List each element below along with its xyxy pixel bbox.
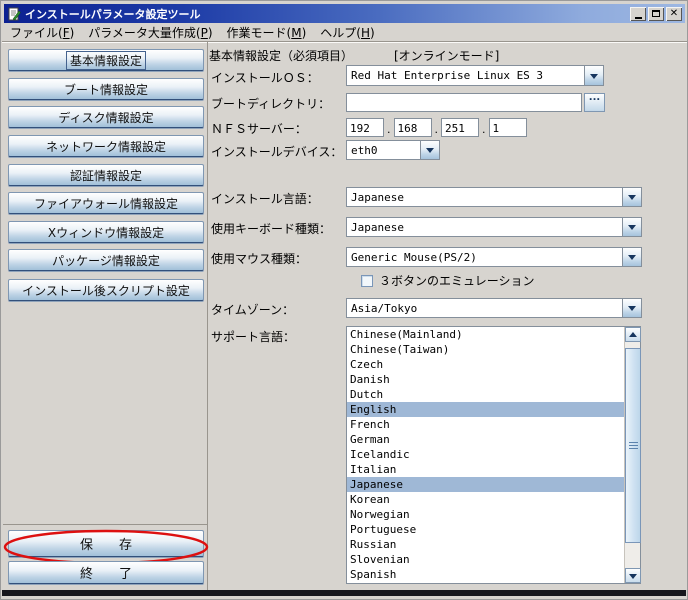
nfs-server-label: ＮＦＳサーバー： — [211, 122, 307, 136]
window-bottom-edge — [2, 590, 686, 596]
panel-divider-horizontal — [3, 524, 208, 525]
list-item[interactable]: Norwegian — [347, 507, 624, 522]
sidebar-item-package-info[interactable]: パッケージ情報設定 — [8, 249, 204, 271]
maximize-icon — [652, 10, 660, 17]
nfs-server-input-group: 192 . 168 . 251 . 1 — [346, 118, 527, 137]
list-item[interactable]: Spanish — [347, 567, 624, 582]
sidebar-item-firewall-info[interactable]: ファイアウォール情報設定 — [8, 192, 204, 214]
list-item[interactable]: Chinese(Mainland) — [347, 327, 624, 342]
mouse-dropdown-button[interactable] — [622, 248, 641, 266]
list-item[interactable]: Icelandic — [347, 447, 624, 462]
list-item[interactable]: Portuguese — [347, 522, 624, 537]
mouse-select[interactable]: Generic Mouse(PS/2) — [346, 247, 642, 267]
scroll-up-button[interactable] — [625, 327, 641, 342]
app-window: インストールパラメータ設定ツール ✕ ファイル(F) パラメータ大量作成(P) … — [0, 0, 688, 600]
sidebar-item-network-info[interactable]: ネットワーク情報設定 — [8, 135, 204, 157]
menu-help[interactable]: ヘルプ(H) — [320, 24, 374, 41]
scroll-down-button[interactable] — [625, 568, 641, 583]
support-language-list: Chinese(Mainland) Chinese(Taiwan) Czech Dan… — [346, 326, 641, 584]
list-item[interactable]: Slovenian — [347, 552, 624, 567]
timezone-dropdown-button[interactable] — [622, 299, 641, 317]
install-device-dropdown-button[interactable] — [420, 141, 439, 159]
three-button-emulation-row: ３ボタンのエミュレーション — [361, 272, 535, 289]
chevron-down-icon — [628, 255, 636, 264]
close-button[interactable]: ✕ — [666, 6, 682, 21]
menu-bar: ファイル(F) パラメータ大量作成(P) 作業モード(M) ヘルプ(H) — [2, 23, 687, 42]
sidebar-item-xwindow-info[interactable]: Xウィンドウ情報設定 — [8, 221, 204, 243]
sidebar-item-basic-info[interactable]: 基本情報設定 — [8, 49, 204, 71]
chevron-down-icon — [628, 306, 636, 315]
panel-divider-vertical — [207, 42, 208, 593]
chevron-down-icon — [590, 73, 598, 83]
save-button[interactable]: 保 存 — [8, 530, 204, 557]
three-button-emulation-label: ３ボタンのエミュレーション — [379, 274, 535, 288]
chevron-down-icon — [426, 148, 434, 157]
scrollbar-grip-icon — [628, 441, 638, 450]
list-item[interactable]: Danish — [347, 372, 624, 387]
list-item[interactable]: Japanese — [347, 477, 624, 492]
list-item[interactable]: Czech — [347, 357, 624, 372]
install-language-select[interactable]: Japanese — [346, 187, 642, 207]
scroll-down-icon — [629, 573, 637, 583]
menu-bulk-create[interactable]: パラメータ大量作成(P) — [88, 24, 212, 41]
mouse-label: 使用マウス種類： — [211, 252, 308, 266]
keyboard-label: 使用キーボード種類： — [211, 222, 332, 236]
support-language-label: サポート言語： — [211, 330, 296, 344]
scrollbar[interactable] — [624, 327, 641, 583]
titlebar[interactable]: インストールパラメータ設定ツール ✕ — [4, 4, 685, 23]
sidebar-item-boot-info[interactable]: ブート情報設定 — [8, 78, 204, 100]
install-os-label: インストールＯＳ： — [211, 71, 319, 85]
install-language-label: インストール言語： — [211, 192, 319, 206]
close-icon: ✕ — [669, 7, 679, 19]
nfs-octet-1[interactable]: 192 — [346, 118, 384, 137]
menu-work-mode[interactable]: 作業モード(M) — [227, 24, 307, 41]
sidebar-item-auth-info[interactable]: 認証情報設定 — [8, 164, 204, 186]
app-icon — [8, 7, 21, 20]
timezone-select[interactable]: Asia/Tokyo — [346, 298, 642, 318]
window-title: インストールパラメータ設定ツール — [25, 7, 201, 21]
maximize-button[interactable] — [648, 6, 664, 21]
install-os-dropdown-button[interactable] — [584, 66, 603, 85]
nfs-octet-2[interactable]: 168 — [393, 118, 432, 137]
keyboard-dropdown-button[interactable] — [622, 218, 641, 236]
three-button-emulation-checkbox[interactable] — [361, 274, 373, 287]
online-mode-badge: [オンラインモード] — [394, 49, 500, 63]
support-language-rows: Chinese(Mainland) Chinese(Taiwan) Czech Dan… — [347, 327, 624, 583]
sidebar-item-disk-info[interactable]: ディスク情報設定 — [8, 106, 204, 128]
install-language-dropdown-button[interactable] — [622, 188, 641, 206]
list-item[interactable]: German — [347, 432, 624, 447]
sidebar-item-post-script[interactable]: インストール後スクリプト設定 — [8, 279, 204, 301]
browse-button[interactable]: ... — [584, 93, 605, 112]
scrollbar-thumb[interactable] — [625, 348, 641, 543]
keyboard-select[interactable]: Japanese — [346, 217, 642, 237]
minimize-icon — [634, 16, 642, 19]
list-item[interactable]: English — [347, 402, 624, 417]
nfs-octet-4[interactable]: 1 — [488, 118, 527, 137]
menu-file[interactable]: ファイル(F) — [10, 24, 74, 41]
section-title: 基本情報設定（必須項目） — [209, 49, 354, 63]
install-device-select[interactable]: eth0 — [346, 140, 440, 160]
chevron-down-icon — [628, 225, 636, 234]
chevron-down-icon — [628, 195, 636, 204]
list-item[interactable]: Italian — [347, 462, 624, 477]
nfs-octet-3[interactable]: 251 — [441, 118, 479, 137]
scroll-up-icon — [629, 328, 637, 337]
boot-dir-label: ブートディレクトリ： — [211, 97, 331, 111]
list-item[interactable]: Russian — [347, 537, 624, 552]
exit-button[interactable]: 終 了 — [8, 561, 204, 584]
timezone-label: タイムゾーン： — [211, 303, 295, 317]
list-item[interactable]: Dutch — [347, 387, 624, 402]
list-item[interactable]: Korean — [347, 492, 624, 507]
minimize-button[interactable] — [630, 6, 646, 21]
boot-dir-input[interactable] — [346, 93, 582, 112]
list-item[interactable]: Chinese(Taiwan) — [347, 342, 624, 357]
install-device-label: インストールデバイス： — [211, 145, 343, 159]
list-item[interactable]: French — [347, 417, 624, 432]
window-controls: ✕ — [630, 6, 682, 21]
install-os-select[interactable]: Red Hat Enterprise Linux ES 3 — [346, 65, 604, 86]
